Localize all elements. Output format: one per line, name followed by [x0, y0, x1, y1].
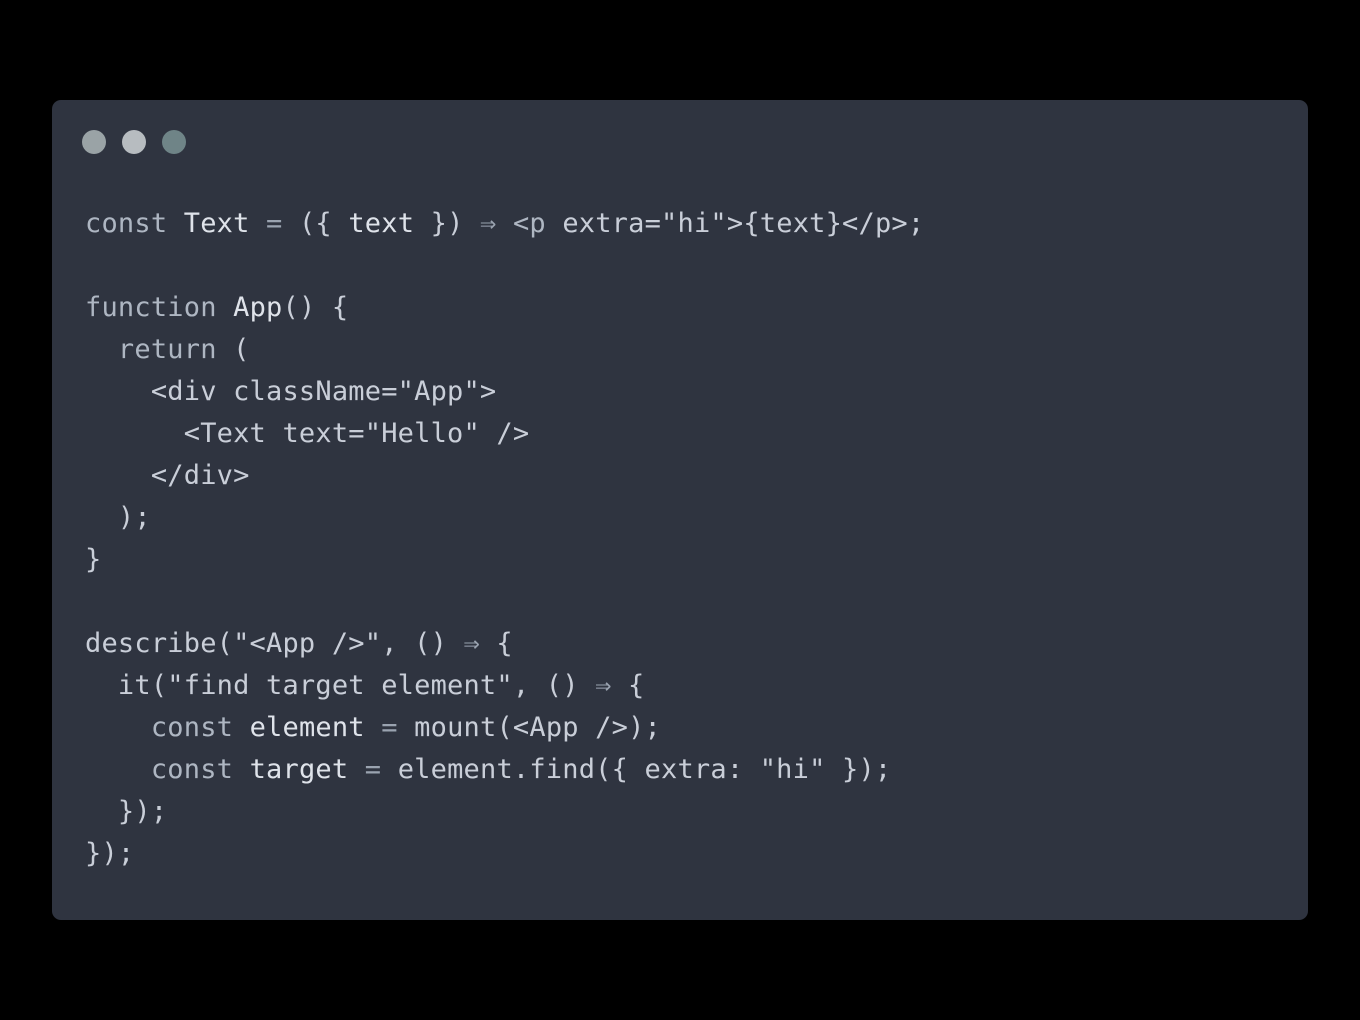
code-line: describe("<App />", () ⇒ { [85, 623, 924, 665]
code-line: } [85, 539, 924, 581]
code-line: it("find target element", () ⇒ { [85, 665, 924, 707]
code-line: ); [85, 497, 924, 539]
zoom-icon[interactable] [162, 130, 186, 154]
code-token: = [266, 208, 283, 239]
code-line: <div className="App"> [85, 371, 924, 413]
code-token: ); [85, 502, 151, 533]
code-line: const Text = ({ text }) ⇒ <p extra="hi">… [85, 203, 924, 245]
code-token: }); [85, 796, 168, 827]
code-token: return [117, 334, 217, 365]
code-token: ( [216, 334, 250, 365]
code-line: function App() { [85, 287, 924, 329]
code-token: ⇒ [480, 208, 497, 239]
code-token: text [348, 208, 415, 239]
code-token: element.find({ extra: "hi" }); [381, 754, 892, 785]
code-line: </div> [85, 455, 924, 497]
code-window: const Text = ({ text }) ⇒ <p extra="hi">… [52, 100, 1308, 920]
code-line: const target = element.find({ extra: "hi… [85, 749, 924, 791]
code-token: target [249, 754, 349, 785]
code-token: }); [85, 838, 135, 869]
code-line: const element = mount(<App />); [85, 707, 924, 749]
code-block: const Text = ({ text }) ⇒ <p extra="hi">… [85, 203, 924, 875]
code-token: ⇒ [463, 628, 480, 659]
code-token: const [85, 208, 168, 239]
code-token: <div className="App"> [85, 376, 497, 407]
code-token: element [249, 712, 365, 743]
minimize-icon[interactable] [122, 130, 146, 154]
code-token: extra="hi">{text}</p>; [545, 208, 925, 239]
code-line: }); [85, 833, 924, 875]
code-token: ⇒ [595, 670, 612, 701]
code-token: = [381, 712, 398, 743]
code-token: <p [512, 208, 546, 239]
code-token: <Text text="Hello" /> [85, 418, 530, 449]
code-token: App [233, 292, 283, 323]
code-token: Text [183, 208, 250, 239]
code-token: describe("<App />", () [85, 628, 464, 659]
code-token: { [611, 670, 645, 701]
code-token: function [85, 292, 217, 323]
code-line: }); [85, 791, 924, 833]
code-token: { [479, 628, 513, 659]
code-token: } [85, 544, 102, 575]
code-token: mount(<App />); [397, 712, 662, 743]
code-token: const [150, 754, 234, 785]
code-line: <Text text="Hello" /> [85, 413, 924, 455]
code-token: () { [282, 292, 349, 323]
window-controls [82, 130, 186, 154]
close-icon[interactable] [82, 130, 106, 154]
code-token: const [150, 712, 234, 743]
code-token: }) [414, 208, 480, 239]
code-token: it("find target element", () [85, 670, 596, 701]
code-token: ({ [282, 208, 349, 239]
code-token: = [364, 754, 382, 785]
code-line: return ( [85, 329, 924, 371]
code-token: </div> [85, 460, 250, 491]
